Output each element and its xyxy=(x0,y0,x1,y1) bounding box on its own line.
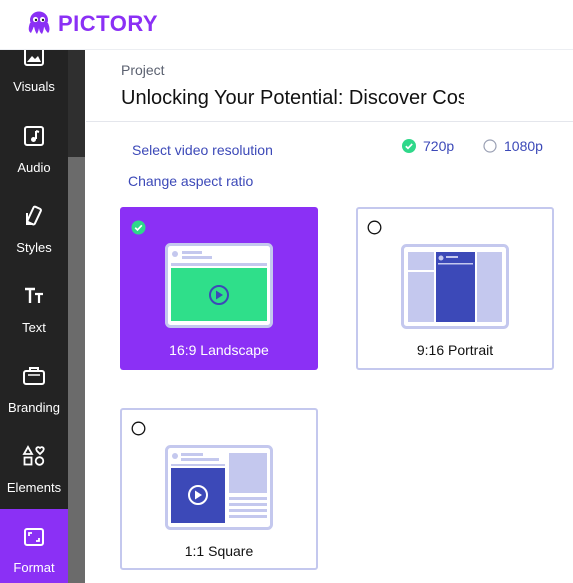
sidebar-scrollbar-thumb[interactable] xyxy=(68,157,85,583)
sidebar-item-label: Branding xyxy=(7,400,61,415)
music-note-icon xyxy=(24,126,44,146)
sidebar-item-label: Audio xyxy=(17,160,51,175)
sidebar-item-text[interactable]: Text xyxy=(0,267,68,347)
aspect-option-label: 9:16 Portrait xyxy=(416,342,494,358)
square-illustration-icon xyxy=(165,445,273,530)
check-circle-icon xyxy=(402,139,416,153)
sidebar-item-elements[interactable]: Elements xyxy=(0,427,68,507)
aspect-option-landscape[interactable]: 16:9 Landscape xyxy=(120,207,318,370)
sidebar-item-styles[interactable]: Styles xyxy=(0,187,68,267)
landscape-illustration-icon xyxy=(165,243,273,328)
sidebar-item-label: Styles xyxy=(16,240,52,255)
divider xyxy=(86,121,573,122)
pictory-logo[interactable]: PICTORY xyxy=(24,9,158,39)
radio-unselected-icon xyxy=(367,220,382,235)
radio-unselected-icon xyxy=(131,421,146,436)
shapes-icon xyxy=(22,445,45,466)
aspect-option-label: 16:9 Landscape xyxy=(169,342,269,358)
sidebar-item-format[interactable]: Format xyxy=(0,509,68,583)
resolution-option-720p[interactable]: 720p xyxy=(402,138,454,154)
portrait-illustration-icon xyxy=(401,244,509,329)
sidebar-item-audio[interactable]: Audio xyxy=(0,107,68,187)
resolution-option-label: 720p xyxy=(423,138,455,154)
project-title[interactable]: Unlocking Your Potential: Discover Cost-… xyxy=(121,87,464,110)
check-circle-icon xyxy=(131,220,146,235)
radio-unselected-icon xyxy=(483,139,497,153)
sidebar-item-label: Text xyxy=(22,320,46,335)
brand-name: PICTORY xyxy=(58,11,159,36)
sidebar-item-visuals[interactable]: Visuals xyxy=(0,50,68,107)
sidebar-item-branding[interactable]: Branding xyxy=(0,347,68,427)
sidebar-item-label: Format xyxy=(13,560,55,575)
aspect-ratio-icon xyxy=(24,528,44,546)
change-aspect-ratio-label: Change aspect ratio xyxy=(128,173,254,189)
aspect-option-square[interactable]: 1:1 Square xyxy=(120,408,318,570)
resolution-option-label: 1080p xyxy=(504,138,543,154)
styles-swatch-icon xyxy=(26,205,42,226)
octopus-logo-icon xyxy=(28,11,50,34)
select-resolution-label: Select video resolution xyxy=(132,142,273,158)
briefcase-icon xyxy=(23,367,45,385)
aspect-option-label: 1:1 Square xyxy=(184,543,254,559)
project-label: Project xyxy=(121,62,165,78)
app-header: PICTORY xyxy=(0,0,573,50)
sidebar: Visuals Audio Styles Text Branding Eleme… xyxy=(0,50,68,583)
aspect-option-portrait[interactable]: 9:16 Portrait xyxy=(356,207,554,370)
image-icon xyxy=(24,50,44,66)
sidebar-item-label: Elements xyxy=(6,480,62,495)
sidebar-item-label: Visuals xyxy=(13,79,55,94)
text-icon xyxy=(25,287,43,303)
resolution-option-1080p[interactable]: 1080p xyxy=(483,138,543,154)
